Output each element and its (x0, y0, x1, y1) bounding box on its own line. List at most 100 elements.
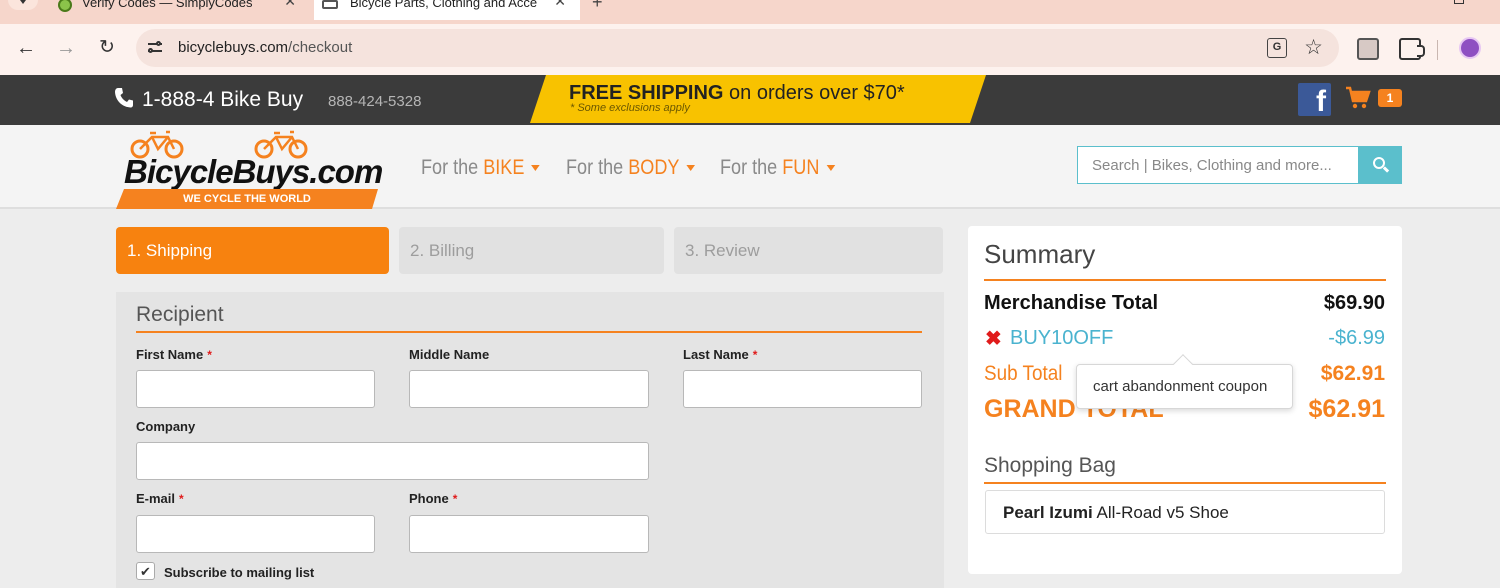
bookmark-star-icon[interactable]: ☆ (1304, 35, 1323, 60)
company-field[interactable] (136, 442, 649, 480)
section-divider (136, 331, 922, 333)
bag-item-name: All-Road v5 Shoe (1092, 503, 1229, 522)
step-shipping[interactable]: 1. Shipping (116, 227, 389, 274)
simplycodes-favicon-icon (58, 0, 72, 12)
subscribe-checkbox[interactable]: ✔ (136, 562, 155, 580)
nav-prefix: For the (421, 156, 484, 179)
bicyclebuys-logo[interactable]: BicycleBuys.com WE CYCLE THE WORLD (116, 127, 384, 209)
facebook-icon[interactable]: f (1298, 83, 1331, 116)
recipient-section-title: Recipient (136, 303, 224, 326)
merchandise-total-value: $69.90 (1323, 292, 1385, 314)
nav-highlight: BIKE (483, 156, 525, 179)
email-field[interactable] (136, 515, 375, 553)
caret-down-icon (531, 165, 540, 172)
shopping-bag-title: Shopping Bag (984, 454, 1116, 477)
middle-name-field[interactable] (409, 370, 649, 408)
address-bar[interactable]: bicyclebuys.com/checkout G ☆ (136, 29, 1339, 67)
translate-icon[interactable]: G (1267, 38, 1287, 58)
last-name-label: Last Name * (683, 347, 757, 362)
label-text: Phone (409, 491, 449, 506)
label-text: Last Name (683, 347, 749, 362)
tab-title: Bicycle Parts, Clothing and Acce (350, 0, 538, 10)
phone-field[interactable] (409, 515, 649, 553)
label-text: E-mail (136, 491, 176, 506)
tab-search-button[interactable] (8, 0, 38, 10)
site-header: BicycleBuys.com WE CYCLE THE WORLD For t… (0, 125, 1500, 209)
merchandise-total-label: Merchandise Total (984, 292, 1159, 314)
shipping-rest: on orders over $70* (723, 82, 905, 104)
subscribe-label[interactable]: Subscribe to mailing list (164, 565, 314, 580)
site-search-input[interactable]: Search | Bikes, Clothing and more... (1077, 146, 1359, 184)
nav-highlight: BODY (628, 156, 680, 179)
cart-count-badge[interactable]: 1 (1378, 89, 1402, 107)
summary-divider (984, 279, 1386, 281)
caret-down-icon (686, 165, 695, 172)
caret-down-icon (826, 165, 835, 172)
tab-title: Verify Codes — SimplyCodes (82, 0, 253, 10)
search-button[interactable] (1358, 146, 1402, 184)
nav-for-the-fun[interactable]: For the FUN (720, 156, 835, 180)
phone-label: Phone * (409, 491, 457, 506)
company-label: Company (136, 419, 196, 434)
new-tab-icon[interactable]: + (592, 0, 603, 13)
free-shipping-banner[interactable]: FREE SHIPPING on orders over $70* * Some… (530, 75, 986, 123)
nav-for-the-bike[interactable]: For the BIKE (421, 156, 540, 180)
grand-total-value: $62.91 (1308, 395, 1385, 423)
step-review[interactable]: 3. Review (674, 227, 943, 274)
nav-prefix: For the (720, 156, 783, 179)
forward-arrow-icon[interactable]: → (54, 36, 78, 60)
shipping-note: * Some exclusions apply (570, 102, 690, 114)
phone-icon (114, 87, 134, 109)
phone-number: 888-424-5328 (328, 93, 422, 110)
url-path: /checkout (288, 39, 353, 56)
nav-prefix: For the (566, 156, 629, 179)
remove-coupon-icon[interactable]: ✖ (985, 326, 1002, 351)
reload-icon[interactable]: ↻ (95, 36, 119, 60)
close-tab-icon[interactable]: ✕ (554, 0, 566, 10)
shopping-cart-icon[interactable] (1345, 86, 1371, 110)
profile-avatar[interactable] (1459, 37, 1481, 59)
site-topbar: 1-888-4 Bike Buy 888-424-5328 FREE SHIPP… (0, 75, 1500, 125)
summary-title: Summary (984, 239, 1096, 269)
browser-tab-bicyclebuys[interactable]: Bicycle Parts, Clothing and Acce ✕ (314, 0, 580, 20)
browser-tabstrip: Verify Codes — SimplyCodes ✕ Bicycle Par… (0, 0, 1500, 24)
required-mark: * (752, 348, 758, 362)
email-label: E-mail * (136, 491, 184, 506)
shopping-bag-divider (984, 482, 1386, 484)
last-name-field[interactable] (683, 370, 922, 408)
coupon-code[interactable]: BUY10OFF (1010, 327, 1113, 350)
close-tab-icon[interactable]: ✕ (284, 0, 296, 10)
logo-tagline: WE CYCLE THE WORLD (183, 193, 311, 205)
step-billing[interactable]: 2. Billing (399, 227, 664, 274)
url-host: bicyclebuys.com (178, 39, 289, 56)
bag-item[interactable]: Pearl Izumi All-Road v5 Shoe (985, 490, 1385, 534)
required-mark: * (452, 492, 458, 506)
bag-item-brand: Pearl Izumi (1003, 503, 1093, 522)
extension-app-icon[interactable] (1357, 38, 1379, 60)
coupon-discount-value: -$6.99 (1328, 327, 1385, 349)
bicycle-favicon-icon (322, 0, 338, 9)
chevron-down-icon (20, 0, 26, 4)
logo-tagline-band: WE CYCLE THE WORLD (116, 189, 378, 209)
required-mark: * (207, 348, 212, 362)
shipping-bold: FREE SHIPPING (569, 82, 724, 104)
toolbar-divider (1437, 40, 1438, 60)
url-text: bicyclebuys.com/checkout (178, 39, 352, 56)
first-name-field[interactable] (136, 370, 375, 408)
extensions-puzzle-icon[interactable] (1399, 38, 1425, 60)
nav-for-the-body[interactable]: For the BODY (566, 156, 695, 180)
phone-vanity-number[interactable]: 1-888-4 Bike Buy (142, 88, 303, 112)
back-arrow-icon[interactable]: ← (14, 36, 38, 60)
browser-tab-simplycodes[interactable]: Verify Codes — SimplyCodes ✕ (52, 0, 310, 20)
window-restore-icon[interactable] (1454, 0, 1464, 4)
nav-highlight: FUN (782, 156, 820, 179)
logo-wordmark: BicycleBuys.com (124, 153, 383, 190)
first-name-label: First Name * (136, 347, 212, 362)
subtotal-label: Sub Total (984, 362, 1063, 385)
coupon-tooltip: cart abandonment coupon (1076, 364, 1293, 409)
browser-toolbar: ← → ↻ bicyclebuys.com/checkout G ☆ (0, 24, 1500, 75)
label-text: First Name (136, 347, 204, 362)
site-info-icon[interactable] (146, 39, 164, 57)
middle-name-label: Middle Name (409, 347, 490, 362)
subtotal-value: $62.91 (1320, 362, 1385, 385)
